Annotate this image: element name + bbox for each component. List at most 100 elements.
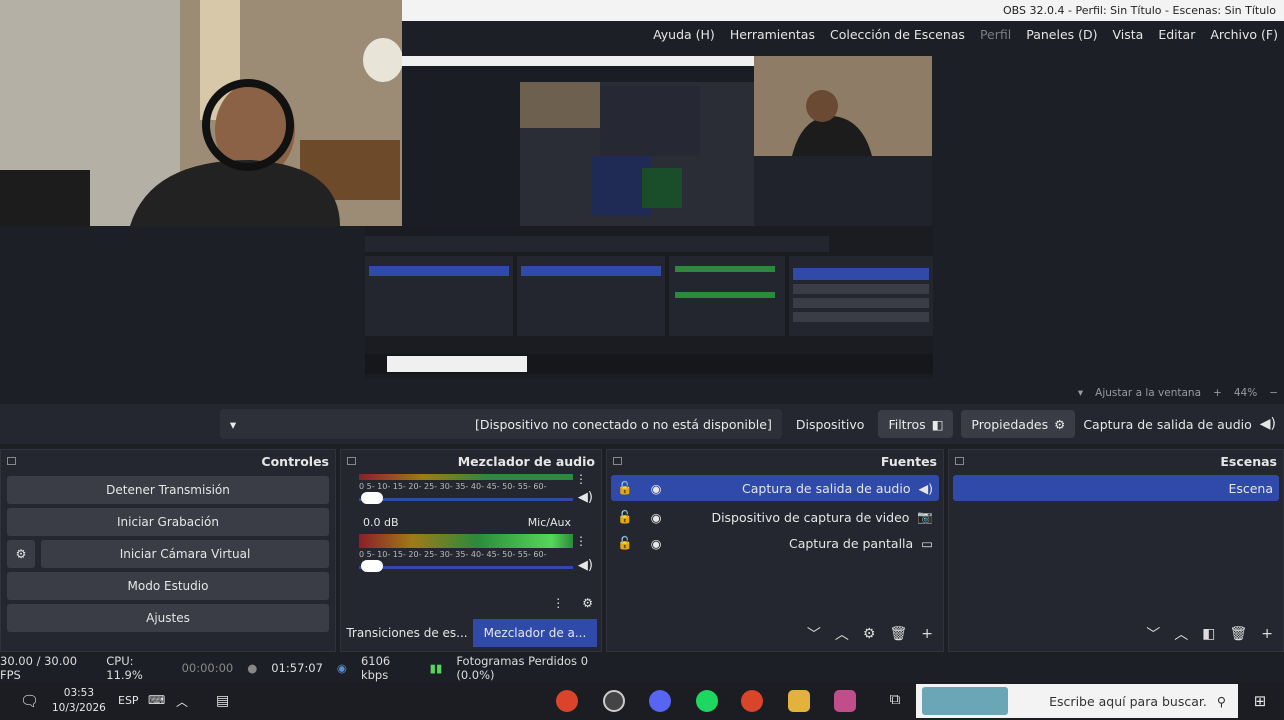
eye-icon[interactable]: ◉ [641, 536, 662, 551]
add-icon[interactable]: + [921, 626, 933, 642]
kebab-icon[interactable]: ⋮ [575, 472, 587, 486]
webcam-preview [0, 0, 402, 226]
menu-vista[interactable]: Vista [1113, 27, 1144, 42]
tray-window-icon[interactable]: ▤ [216, 693, 229, 709]
tab-transitions[interactable]: Transiciones de es... [345, 619, 469, 647]
sources-title: Fuentes [880, 453, 937, 469]
start-virtual-cam-button[interactable]: Iniciar Cámara Virtual [41, 540, 329, 568]
menu-perfil[interactable]: Perfil [980, 27, 1011, 42]
task-view-icon[interactable]: ⧉ [884, 690, 906, 712]
lock-icon[interactable]: 🔓 [617, 535, 633, 551]
speaker-icon: ◀) [1259, 416, 1276, 432]
float-icon[interactable] [347, 457, 356, 465]
menu-archivo[interactable]: Archivo (F) [1210, 27, 1278, 42]
taskbar: ⊞ ⚲ Escribe aquí para buscar. ⧉ ▤ ︿ ⌨ ES… [0, 682, 1284, 720]
notification-icon[interactable]: 🗨 [20, 692, 39, 710]
spotify-icon[interactable] [696, 690, 718, 712]
mic-db: 0.0 dB [363, 516, 399, 529]
dropped-frames: Fotogramas Perdidos 0 (0.0%) [456, 654, 589, 682]
gear-icon[interactable]: ⚙ [7, 540, 35, 568]
float-icon[interactable] [7, 457, 16, 465]
stop-stream-button[interactable]: Detener Transmisión [7, 476, 329, 504]
menu-ayuda[interactable]: Ayuda (H) [653, 27, 715, 42]
signal-icon: ▮▮ [429, 661, 443, 675]
device-select[interactable]: ▾ [Dispositivo no conectado o no está di… [219, 409, 782, 439]
cpu-usage: CPU: 11.9% [106, 654, 143, 682]
trash-icon[interactable]: 🗑 [1229, 626, 1247, 642]
move-down-icon[interactable]: ﹀ [807, 624, 821, 644]
speaker-icon[interactable]: ◀) [578, 558, 593, 573]
lock-icon[interactable]: 🔓 [617, 509, 633, 525]
record-icon: ● [247, 661, 258, 675]
chevron-down-icon[interactable]: ▾ [1078, 387, 1083, 399]
chrome-icon[interactable] [556, 690, 578, 712]
filters-label: Filtros [888, 416, 926, 432]
trash-icon[interactable]: 🗑 [889, 626, 907, 642]
start-recording-button[interactable]: Iniciar Grabación [7, 508, 329, 536]
menu-herramientas[interactable]: Herramientas [730, 27, 815, 42]
properties-button[interactable]: Propiedades ⚙ [961, 410, 1076, 438]
clock-time: 03:53 [63, 687, 95, 699]
float-icon[interactable] [613, 457, 622, 465]
taskbar-search[interactable]: ⚲ Escribe aquí para buscar. [916, 684, 1238, 718]
scene-filter-icon[interactable]: ◧ [1202, 626, 1215, 642]
kebab-icon[interactable]: ⋮ [575, 534, 587, 548]
menu-coleccion[interactable]: Colección de Escenas [830, 27, 965, 42]
source-toolbar: ◀) Captura de salida de audio Propiedade… [0, 404, 1284, 444]
studio-mode-button[interactable]: Modo Estudio [7, 572, 329, 600]
clock[interactable]: 03:53 10/3/2026 [52, 686, 106, 716]
scene-item-label: Escena [1228, 480, 1273, 496]
lock-icon[interactable]: 🔓 [617, 480, 633, 496]
source-item[interactable]: ▭ Captura de pantalla ◉ 🔓 [611, 530, 939, 556]
chrome-icon[interactable] [741, 690, 763, 712]
volume-slider[interactable] [359, 566, 573, 569]
eye-icon[interactable]: ◉ [641, 510, 662, 525]
speaker-icon[interactable]: ◀) [578, 490, 593, 505]
keyboard-icon[interactable]: ⌨ [148, 693, 165, 707]
scene-item[interactable]: Escena [953, 475, 1279, 501]
camera-icon: 📷 [917, 509, 933, 524]
preview-nested-obs [365, 226, 933, 378]
move-down-icon[interactable]: ﹀ [1146, 624, 1160, 644]
search-icon: ⚲ [1216, 693, 1226, 709]
tray-chevron-icon[interactable]: ︿ [176, 693, 188, 710]
language-indicator[interactable]: ESP [118, 694, 139, 707]
volume-slider[interactable] [359, 498, 573, 501]
add-icon[interactable]: + [1261, 626, 1273, 642]
zoom-value: 44% [1233, 387, 1258, 399]
settings-button[interactable]: Ajustes [7, 604, 329, 632]
audio-mixer-dock: Mezclador de audio -60 -55 -50 -45 -40 -… [340, 449, 602, 652]
move-up-icon[interactable]: ︿ [835, 624, 849, 644]
eye-icon[interactable]: ◉ [641, 481, 662, 496]
volume-slider-handle[interactable] [361, 492, 383, 504]
menu-paneles[interactable]: Paneles (D) [1026, 27, 1097, 42]
app-icon[interactable] [834, 690, 856, 712]
source-item[interactable]: ◀) Captura de salida de audio ◉ 🔓 [611, 475, 939, 501]
folder-icon[interactable] [788, 690, 810, 712]
start-icon[interactable]: ⊞ [1250, 692, 1270, 710]
zoom-in-icon[interactable]: + [1213, 387, 1222, 399]
source-item[interactable]: 📷 Dispositivo de captura de video ◉ 🔓 [611, 504, 939, 530]
fps: 30.00 / 30.00 FPS [0, 654, 78, 682]
source-item-label: Captura de salida de audio [742, 480, 911, 496]
zoom-fit-select[interactable]: Ajustar a la ventana [1095, 387, 1201, 399]
filters-button[interactable]: Filtros ◧ [878, 410, 954, 438]
kebab-icon[interactable]: ⋮ [552, 596, 564, 610]
scenes-dock: Escenas Escena + 🗑 ◧ ︿ ﹀ [948, 449, 1284, 652]
source-name: Captura de salida de audio [1083, 416, 1252, 432]
bitrate: 6106 kbps [360, 654, 391, 682]
obs-icon[interactable] [603, 690, 625, 712]
zoom-out-icon[interactable]: − [1269, 387, 1278, 399]
move-up-icon[interactable]: ︿ [1174, 624, 1188, 644]
volume-slider-handle[interactable] [361, 560, 383, 572]
gear-icon[interactable]: ⚙ [582, 596, 593, 610]
tab-mixer[interactable]: Mezclador de a... [473, 619, 597, 647]
webcam-image [0, 0, 402, 226]
float-icon[interactable] [955, 457, 964, 465]
gear-icon[interactable]: ⚙ [863, 626, 876, 642]
props-label: Propiedades [971, 416, 1049, 432]
virtual-cam-row: ⚙ Iniciar Cámara Virtual [7, 540, 329, 568]
menu-editar[interactable]: Editar [1158, 27, 1195, 42]
controls-dock: Controles Detener Transmisión Iniciar Gr… [0, 449, 336, 652]
discord-icon[interactable] [649, 690, 671, 712]
